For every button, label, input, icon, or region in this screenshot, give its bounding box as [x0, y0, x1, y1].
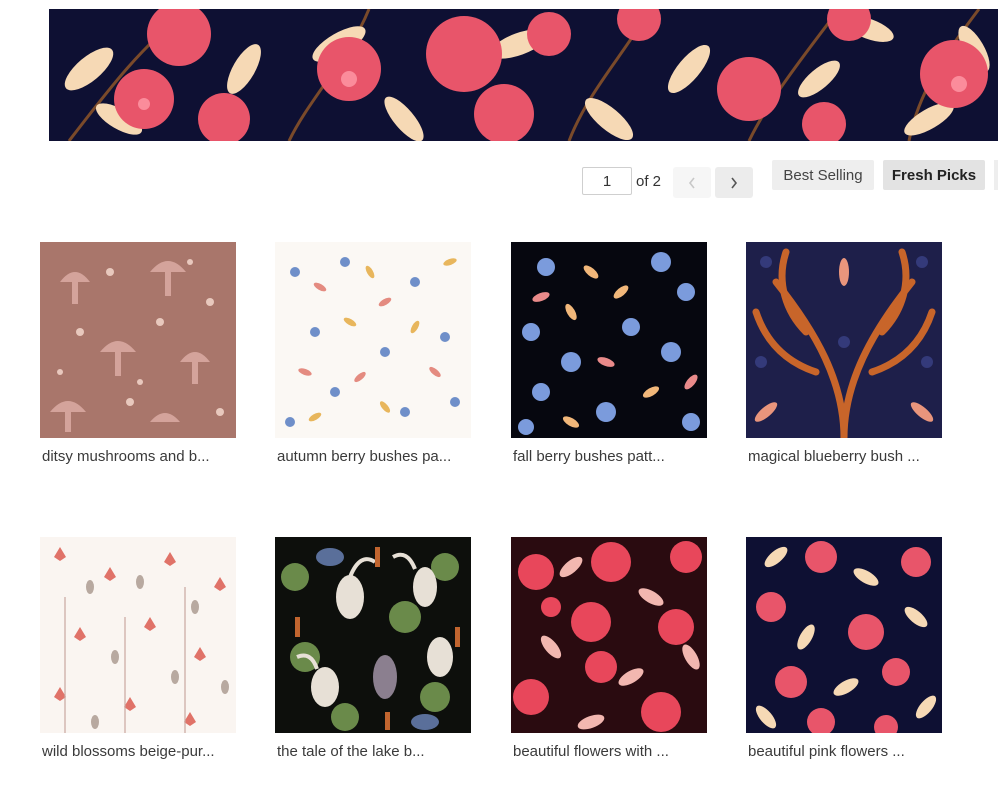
chevron-left-icon: [687, 176, 697, 190]
product-thumbnail[interactable]: [511, 242, 707, 438]
product-title[interactable]: ditsy mushrooms and b...: [40, 448, 236, 465]
next-page-button[interactable]: [715, 167, 753, 198]
product-thumbnail[interactable]: [746, 242, 942, 438]
prev-page-button[interactable]: [673, 167, 711, 198]
product-title[interactable]: autumn berry bushes pa...: [275, 448, 471, 465]
product-card[interactable]: ditsy mushrooms and b...: [40, 242, 236, 465]
product-thumbnail[interactable]: [511, 537, 707, 733]
product-card[interactable]: beautiful flowers with ...: [511, 537, 707, 760]
page-number-input[interactable]: [582, 167, 632, 195]
product-thumbnail[interactable]: [275, 537, 471, 733]
shop-banner: [49, 9, 998, 141]
sort-more-button[interactable]: [994, 160, 998, 190]
product-thumbnail[interactable]: [746, 537, 942, 733]
sort-best-selling-button[interactable]: Best Selling: [772, 160, 874, 190]
product-title[interactable]: beautiful pink flowers ...: [746, 743, 942, 760]
product-card[interactable]: wild blossoms beige-pur...: [40, 537, 236, 760]
product-thumbnail[interactable]: [275, 242, 471, 438]
product-card[interactable]: beautiful pink flowers ...: [746, 537, 942, 760]
product-card[interactable]: the tale of the lake b...: [275, 537, 471, 760]
product-title[interactable]: beautiful flowers with ...: [511, 743, 707, 760]
product-card[interactable]: autumn berry bushes pa...: [275, 242, 471, 465]
product-thumbnail[interactable]: [40, 242, 236, 438]
page-count-label: of 2: [636, 173, 662, 190]
chevron-right-icon: [729, 176, 739, 190]
product-title[interactable]: wild blossoms beige-pur...: [40, 743, 236, 760]
product-card[interactable]: fall berry bushes patt...: [511, 242, 707, 465]
product-title[interactable]: magical blueberry bush ...: [746, 448, 942, 465]
product-card[interactable]: magical blueberry bush ...: [746, 242, 942, 465]
product-title[interactable]: the tale of the lake b...: [275, 743, 471, 760]
sort-fresh-picks-button[interactable]: Fresh Picks: [883, 160, 985, 190]
product-thumbnail[interactable]: [40, 537, 236, 733]
product-title[interactable]: fall berry bushes patt...: [511, 448, 707, 465]
